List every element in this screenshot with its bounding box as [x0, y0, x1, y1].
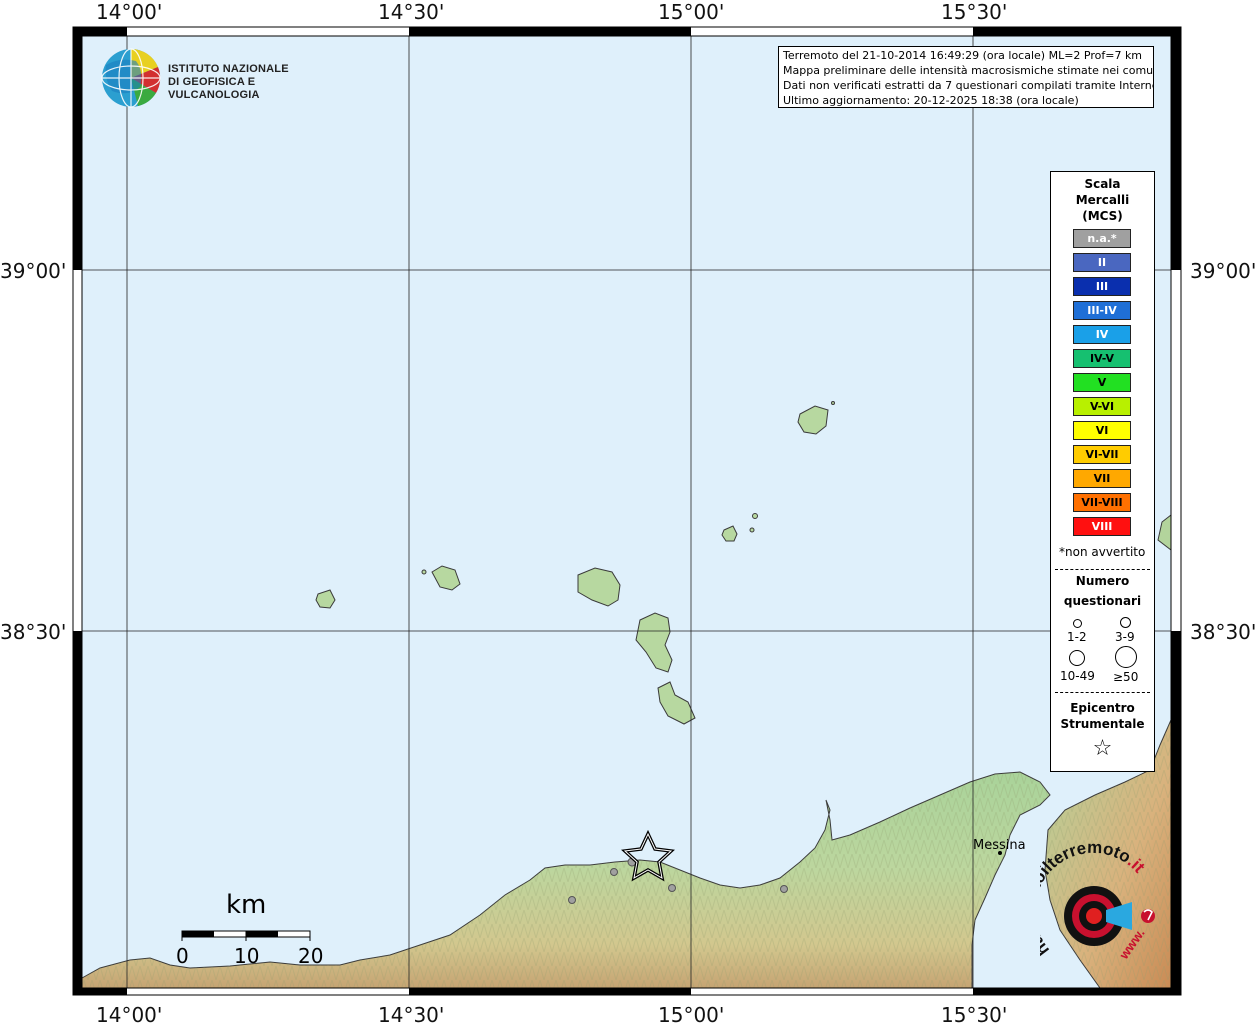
legend-title-2: Mercalli [1075, 193, 1130, 207]
info-line-1: Terremoto del 21-10-2014 16:49:29 (ora l… [783, 49, 1143, 62]
hsi-logo: haisentitoilterremoto.it www. [1020, 838, 1164, 978]
count-circle-1-2 [1073, 619, 1082, 628]
lon-label-bottom-15-30: 15°30' [941, 1003, 1008, 1027]
intensity-swatch: II [1073, 253, 1131, 272]
na-note: *non avvertito [1059, 545, 1146, 559]
epi-title-2: Strumentale [1060, 717, 1145, 731]
hsi-text-www: www. [1116, 926, 1148, 963]
legend-panel: Scala Mercalli (MCS) n.a.* II III III-IV IV I… [1050, 171, 1155, 772]
point-marker [780, 885, 788, 893]
info-line-3: Dati non verificati estratti da 7 questi… [783, 79, 1154, 92]
intensity-swatch: V-VI [1073, 397, 1131, 416]
lon-label-bottom-14-00: 14°00' [96, 1003, 163, 1027]
intensity-swatch: n.a.* [1073, 229, 1131, 248]
lat-label-right-38-30: 38°30' [1190, 620, 1255, 644]
intensity-swatch: IV-V [1073, 349, 1131, 368]
lon-label-top-14-00: 14°00' [96, 0, 163, 24]
scale-tick-20: 20 [298, 944, 324, 968]
count-circle-3-9 [1120, 617, 1131, 628]
point-marker [568, 896, 576, 904]
count-title-1: Numero [1075, 574, 1130, 588]
count-label-1-2: 1-2 [1067, 630, 1087, 644]
globe-icon [101, 48, 161, 108]
scale-tick-0: 0 [176, 944, 189, 968]
intensity-swatch: V [1073, 373, 1131, 392]
hsi-target-icon: haisentitoilterremoto.it www. [1020, 838, 1155, 963]
count-label-3-9: 3-9 [1115, 630, 1135, 644]
logo-line-1: ISTITUTO NAZIONALE [168, 63, 289, 75]
count-circle-10-49 [1069, 650, 1085, 666]
lat-label-right-39-00: 39°00' [1190, 259, 1255, 283]
epicenter-star-icon: ☆ [1092, 736, 1113, 761]
count-label-50: ≥50 [1113, 670, 1139, 684]
lat-label-left-38-30: 38°30' [0, 620, 67, 644]
lat-label-left-39-00: 39°00' [0, 259, 67, 283]
place-label-messina: Messina [973, 838, 1026, 853]
ingv-logo: ISTITUTO NAZIONALE DI GEOFISICA E VULCAN… [100, 47, 320, 111]
point-marker [610, 868, 618, 876]
intensity-swatch: VIII [1073, 517, 1131, 536]
count-title-2: questionari [1063, 594, 1142, 608]
info-line-4: Ultimo aggiornamento: 20-12-2025 18:38 (… [783, 94, 1079, 107]
event-info-box: Terremoto del 21-10-2014 16:49:29 (ora l… [778, 46, 1154, 108]
count-label-10-49: 10-49 [1060, 669, 1095, 683]
intensity-swatch: IV [1073, 325, 1131, 344]
intensity-swatch: VI [1073, 421, 1131, 440]
legend-divider [1055, 569, 1150, 570]
logo-line-2: DI GEOFISICA E VULCANOLOGIA [168, 76, 260, 101]
intensity-swatch: VII-VIII [1073, 493, 1131, 512]
lon-label-top-15-00: 15°00' [658, 0, 725, 24]
intensity-swatch: VI-VII [1073, 445, 1131, 464]
epi-title-1: Epicentro [1070, 701, 1135, 715]
info-line-2: Mappa preliminare delle intensità macros… [783, 64, 1154, 77]
intensity-swatch: VII [1073, 469, 1131, 488]
scale-tick-10: 10 [234, 944, 260, 968]
lon-label-top-14-30: 14°30' [378, 0, 445, 24]
lon-label-bottom-15-00: 15°00' [658, 1003, 725, 1027]
intensity-swatch: III [1073, 277, 1131, 296]
legend-divider [1055, 692, 1150, 693]
intensity-swatch: III-IV [1073, 301, 1131, 320]
lon-label-bottom-14-30: 14°30' [378, 1003, 445, 1027]
count-circle-50 [1115, 646, 1137, 668]
point-marker [668, 884, 676, 892]
legend-title-3: (MCS) [1082, 209, 1123, 223]
scale-unit-label: km [226, 890, 267, 920]
lon-label-top-15-30: 15°30' [941, 0, 1008, 24]
legend-title-1: Scala [1084, 177, 1121, 191]
